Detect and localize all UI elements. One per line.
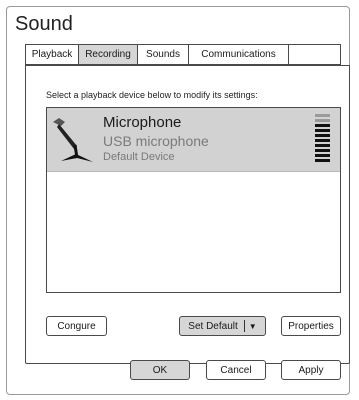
apply-button[interactable]: Apply <box>281 360 341 380</box>
level-meter-segment <box>315 154 330 157</box>
ok-button[interactable]: OK <box>130 360 190 380</box>
window-title: Sound <box>15 13 73 35</box>
set-default-button[interactable]: Set Default ▼ <box>179 316 266 336</box>
tab-bar-filler <box>288 44 341 65</box>
configure-button[interactable]: Congure <box>46 316 107 336</box>
level-meter-segment <box>315 134 330 137</box>
level-meter-segment <box>315 129 330 132</box>
device-name: Microphone <box>103 114 182 131</box>
tab-panel: Select a playback device below to modify… <box>25 65 350 380</box>
level-meter-segment <box>315 139 330 142</box>
device-list[interactable]: Microphone USB microphone Default Device <box>46 107 341 293</box>
sound-dialog: Sound Playback Recording Sounds Communic… <box>6 6 350 395</box>
cancel-button[interactable]: Cancel <box>206 360 266 380</box>
tab-bar: Playback Recording Sounds Communications <box>25 44 341 66</box>
chevron-down-icon[interactable]: ▼ <box>243 320 257 332</box>
level-meter-segment <box>315 114 330 117</box>
device-description: USB microphone <box>103 133 209 149</box>
set-default-label: Set Default <box>188 320 238 332</box>
level-meter <box>315 114 330 165</box>
level-meter-segment <box>315 159 330 162</box>
tab-recording[interactable]: Recording <box>78 44 137 65</box>
level-meter-segment <box>315 144 330 147</box>
level-meter-segment <box>315 119 330 122</box>
tab-sounds[interactable]: Sounds <box>137 44 188 65</box>
properties-button[interactable]: Properties <box>281 316 341 336</box>
microphone-icon <box>53 118 93 162</box>
tab-communications[interactable]: Communications <box>188 44 288 65</box>
tab-playback[interactable]: Playback <box>25 44 78 65</box>
instruction-text: Select a playback device below to modify… <box>46 90 258 100</box>
device-row-microphone[interactable]: Microphone USB microphone Default Device <box>47 108 340 172</box>
device-status: Default Device <box>103 151 175 163</box>
level-meter-segment <box>315 124 330 127</box>
level-meter-segment <box>315 149 330 152</box>
